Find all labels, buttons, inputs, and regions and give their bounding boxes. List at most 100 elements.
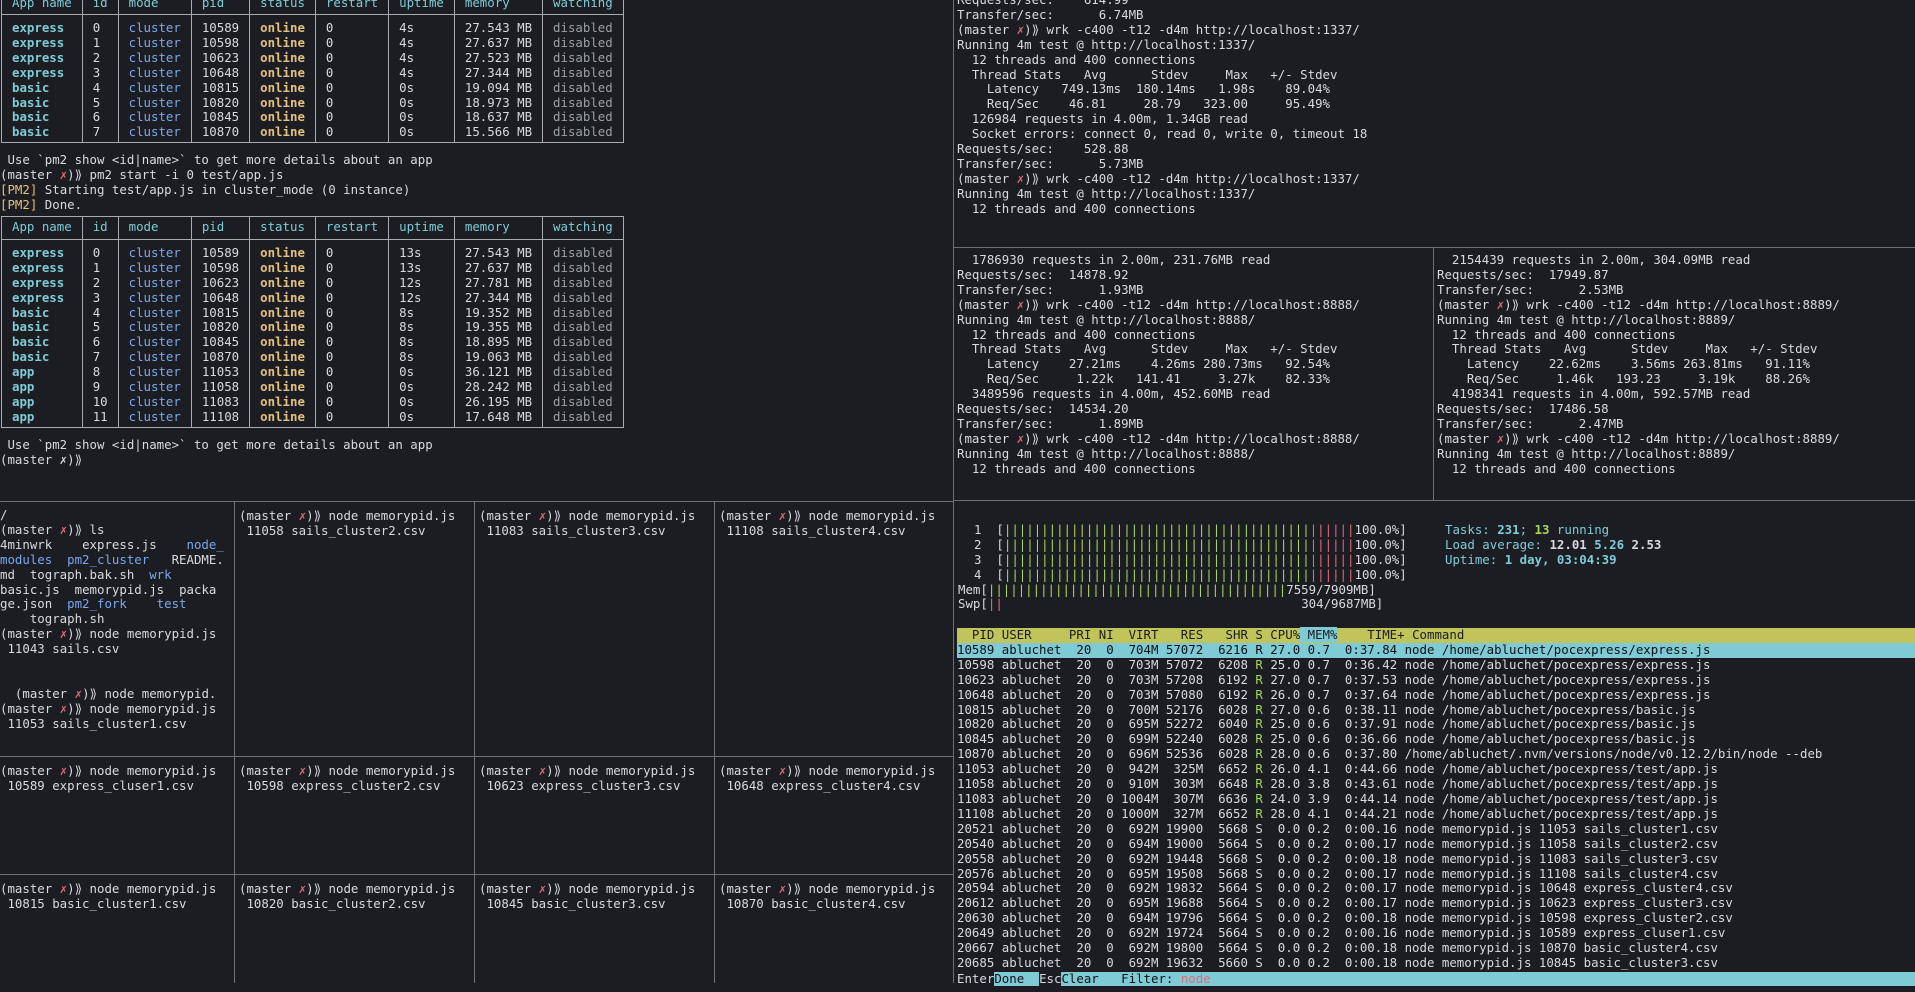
- prompt-dirty-mark: ✗: [59, 626, 68, 642]
- htop-process-row[interactable]: 20521 abluchet 20 0 692M 19900 5668 S 0.…: [957, 821, 1915, 837]
- memorypid-pane[interactable]: (master ✗)⟫ node memorypid.js 10815 basi…: [0, 882, 234, 992]
- htop-process-row[interactable]: 10598 abluchet 20 0 703M 57072 6208 R 25…: [957, 657, 1915, 673]
- divider-mini-col1[interactable]: [234, 501, 235, 983]
- esc-key[interactable]: Esc: [1039, 972, 1062, 986]
- app-mode: cluster: [117, 14, 192, 36]
- clear-action[interactable]: Clear: [1061, 972, 1113, 986]
- memorypid-pane[interactable]: (master ✗)⟫ node memorypid.js 10870 basi…: [719, 882, 953, 992]
- mem-label: Mem: [958, 581, 981, 597]
- divider-wrk-split[interactable]: [1433, 247, 1434, 500]
- htop-process-row[interactable]: 10589 abluchet 20 0 704M 57072 6216 R 27…: [957, 642, 1915, 658]
- divider-mini-col3[interactable]: [714, 501, 715, 983]
- divider-mini-col2[interactable]: [474, 501, 475, 983]
- htop-header-time[interactable]: TIME+ Command: [1337, 627, 1911, 642]
- terminal-line: Requests/sec: 17949.87: [1437, 266, 1609, 282]
- divider-mini-row2[interactable]: [0, 874, 953, 875]
- memorypid-pane[interactable]: (master ✗)⟫ node memorypid.js 10648 expr…: [719, 764, 953, 874]
- app-pid: 10815: [190, 80, 251, 96]
- memorypid-output: (master ✗)⟫ node memorypid.js 10870 basi…: [719, 882, 953, 912]
- htop-process-row[interactable]: 20649 abluchet 20 0 692M 19724 5664 S 0.…: [957, 925, 1915, 941]
- pm2-row: basic 7 cluster 10870 online 0 8s 19.063 MB disa…: [1, 349, 624, 366]
- app-pid: 10598: [190, 260, 251, 276]
- app-watching: disabled: [542, 124, 624, 144]
- htop-process-table[interactable]: PID USER PRI NI VIRT RES SHR S CPU% MEM%…: [957, 627, 1915, 971]
- memorypid-pane[interactable]: (master ✗)⟫ node memorypid.js 10820 basi…: [239, 882, 473, 992]
- cpu-meter-4: 4 [|||||||||||||||||||||||||||||||||||||…: [974, 566, 1407, 582]
- filter-value[interactable]: node: [1181, 972, 1211, 986]
- app-status: online: [249, 35, 316, 51]
- terminal-line: Req/Sec 1.22k 141.41 3.27k 82.33%: [957, 371, 1330, 387]
- enter-key[interactable]: Enter: [957, 972, 995, 986]
- app-status: online: [249, 394, 316, 410]
- wrk-8889-pane[interactable]: 2154439 requests in 2.00m, 304.09MB read…: [1437, 253, 1915, 499]
- pm2-pane[interactable]: App name id mode pid status restart uptime memo…: [0, 0, 952, 498]
- htop-process-row[interactable]: 11053 abluchet 20 0 942M 325M 6652 R 26.…: [957, 761, 1915, 777]
- htop-process-row[interactable]: 11083 abluchet 20 0 1004M 307M 6636 R 24…: [957, 791, 1915, 807]
- app-restart: 0: [314, 275, 390, 291]
- memorypid-pane[interactable]: (master ✗)⟫ node memorypid.js 10589 expr…: [0, 764, 234, 874]
- column-header-app-pid: pid: [190, 215, 251, 240]
- htop-process-row[interactable]: 10845 abluchet 20 0 699M 52240 6028 R 25…: [957, 731, 1915, 747]
- memorypid-pane[interactable]: (master ✗)⟫ node memorypid.js 11083 sail…: [479, 509, 713, 619]
- wrk-8888-pane[interactable]: 1786930 requests in 2.00m, 231.76MB read…: [957, 253, 1432, 499]
- htop-pane[interactable]: 1 [|||||||||||||||||||||||||||||||||||||…: [957, 523, 1915, 983]
- app-mode: cluster: [117, 110, 192, 126]
- process-state: R: [1255, 731, 1263, 747]
- app-name: basic: [1, 305, 83, 321]
- app-memory: 15.566 MB: [453, 124, 544, 144]
- htop-process-row[interactable]: 20558 abluchet 20 0 692M 19448 5668 S 0.…: [957, 851, 1915, 867]
- app-pid: 10648: [190, 290, 251, 306]
- htop-process-row[interactable]: 10815 abluchet 20 0 700M 52176 6028 R 27…: [957, 702, 1915, 718]
- done-action[interactable]: Done: [994, 972, 1039, 986]
- pm2-row: basic 4 cluster 10815 online 0 0s 19.094 MB disa…: [1, 80, 624, 96]
- htop-process-row[interactable]: 20594 abluchet 20 0 692M 19832 5664 S 0.…: [957, 881, 1915, 896]
- htop-process-row[interactable]: 20576 abluchet 20 0 695M 19508 5668 S 0.…: [957, 866, 1915, 882]
- htop-process-row[interactable]: 10820 abluchet 20 0 695M 52272 6040 R 25…: [957, 716, 1915, 732]
- htop-process-row[interactable]: 10623 abluchet 20 0 703M 57208 6192 R 27…: [957, 672, 1915, 688]
- app-restart: 0: [314, 334, 390, 351]
- divider-mini-row1[interactable]: [0, 756, 953, 757]
- memorypid-pane[interactable]: (master ✗)⟫ node memorypid.js 10845 basi…: [479, 882, 713, 992]
- process-state: R: [1255, 776, 1263, 792]
- htop-process-row[interactable]: 11058 abluchet 20 0 910M 303M 6648 R 28.…: [957, 776, 1915, 792]
- app-restart: 0: [314, 409, 390, 428]
- app-pid: 10815: [190, 305, 251, 321]
- app-pid: 11053: [190, 364, 251, 381]
- htop-process-row[interactable]: 20685 abluchet 20 0 692M 19632 5660 S 0.…: [957, 955, 1915, 971]
- htop-process-row[interactable]: 10870 abluchet 20 0 696M 52536 6028 R 28…: [957, 746, 1915, 762]
- htop-header-mem[interactable]: MEM%: [1300, 627, 1338, 642]
- cpu-meter-1: 1 [|||||||||||||||||||||||||||||||||||||…: [974, 523, 1407, 537]
- process-state: R: [1255, 761, 1263, 777]
- memorypid-pane[interactable]: (master ✗)⟫ node memorypid.js 10623 expr…: [479, 764, 713, 874]
- ls-output: / (master ✗)⟫ ls 4minwrk express.js node_ m…: [0, 508, 233, 732]
- divider-left-main[interactable]: [0, 501, 953, 502]
- app-watching: disabled: [542, 65, 624, 81]
- app-mode: cluster: [117, 95, 192, 111]
- wrk-1337-pane[interactable]: Requests/sec: 614.99Transfer/sec: 6.74MB…: [957, 0, 1915, 245]
- htop-process-row[interactable]: 20540 abluchet 20 0 694M 19000 5664 S 0.…: [957, 836, 1915, 852]
- htop-header-columns[interactable]: PID USER PRI NI VIRT RES SHR S CPU%: [957, 627, 1300, 642]
- divider-right-main[interactable]: [953, 500, 1915, 501]
- terminal-line: (master ✗)⟫ node memorypid.js: [719, 509, 936, 523]
- htop-process-row[interactable]: 20612 abluchet 20 0 695M 19688 5664 S 0.…: [957, 895, 1915, 911]
- htop-process-row[interactable]: 20630 abluchet 20 0 694M 19796 5664 S 0.…: [957, 910, 1915, 926]
- app-name: express: [1, 35, 83, 51]
- htop-process-row[interactable]: 10648 abluchet 20 0 703M 57080 6192 R 26…: [957, 687, 1915, 703]
- ls-pane[interactable]: / (master ✗)⟫ ls 4minwrk express.js node_ m…: [0, 508, 233, 754]
- app-memory: 19.355 MB: [453, 320, 544, 336]
- htop-column-header[interactable]: PID USER PRI NI VIRT RES SHR S CPU% MEM%…: [957, 627, 1915, 643]
- memorypid-pane[interactable]: (master ✗)⟫ node memorypid.js 10598 expr…: [239, 764, 473, 874]
- memorypid-pane[interactable]: (master ✗)⟫ node memorypid.js 11108 sail…: [719, 509, 953, 619]
- prompt-dirty-mark: ✗: [298, 882, 307, 896]
- htop-process-row[interactable]: 11108 abluchet 20 0 1000M 327M 6652 R 28…: [957, 806, 1915, 822]
- terminal-line: Req/Sec 46.81 28.79 323.00 95.49%: [957, 96, 1330, 112]
- htop-process-row[interactable]: 20667 abluchet 20 0 692M 19800 5664 S 0.…: [957, 940, 1915, 956]
- divider-vertical-main[interactable]: [953, 0, 954, 983]
- cpu-percent: 100.0%: [1354, 536, 1400, 552]
- app-mode: cluster: [117, 124, 192, 144]
- column-header-app-restart: restart: [314, 215, 390, 240]
- app-mode: cluster: [117, 35, 192, 51]
- prompt-dirty-mark: ✗: [59, 882, 68, 896]
- divider-right-top[interactable]: [953, 247, 1915, 248]
- memorypid-pane[interactable]: (master ✗)⟫ node memorypid.js 11058 sail…: [239, 509, 473, 619]
